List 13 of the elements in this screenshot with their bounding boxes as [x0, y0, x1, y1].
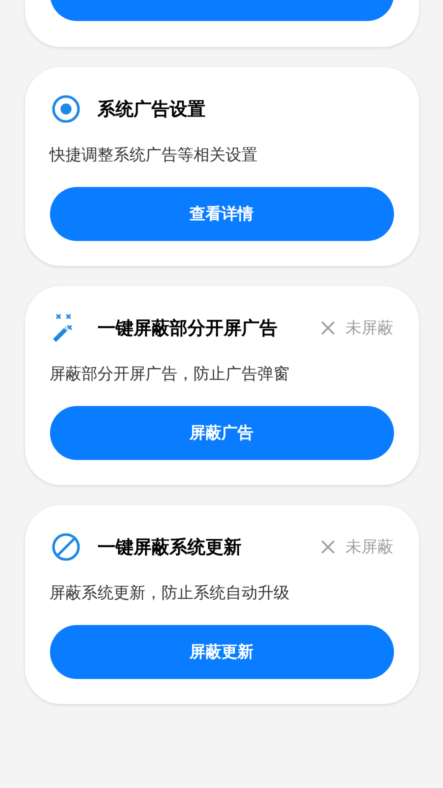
status-label: 未屏蔽 [346, 536, 394, 558]
action-button[interactable]: 查看详情 [50, 187, 394, 241]
action-button[interactable]: 屏蔽更新 [50, 625, 394, 679]
action-button[interactable]: 屏蔽广告 [50, 406, 394, 460]
card-title: 一键屏蔽系统更新 [98, 536, 242, 560]
status-label: 未屏蔽 [346, 317, 394, 339]
card-description: 屏蔽系统更新，防止系统自动升级 [50, 582, 290, 604]
card-description: 快捷调整系统广告等相关设置 [50, 144, 258, 166]
card-title: 一键屏蔽部分开屏广告 [98, 316, 278, 340]
card-description: 屏蔽部分开屏广告，防止广告弹窗 [50, 363, 290, 385]
target-icon [50, 94, 80, 124]
card-title: 系统广告设置 [98, 98, 206, 122]
prohibited-icon [50, 532, 80, 562]
